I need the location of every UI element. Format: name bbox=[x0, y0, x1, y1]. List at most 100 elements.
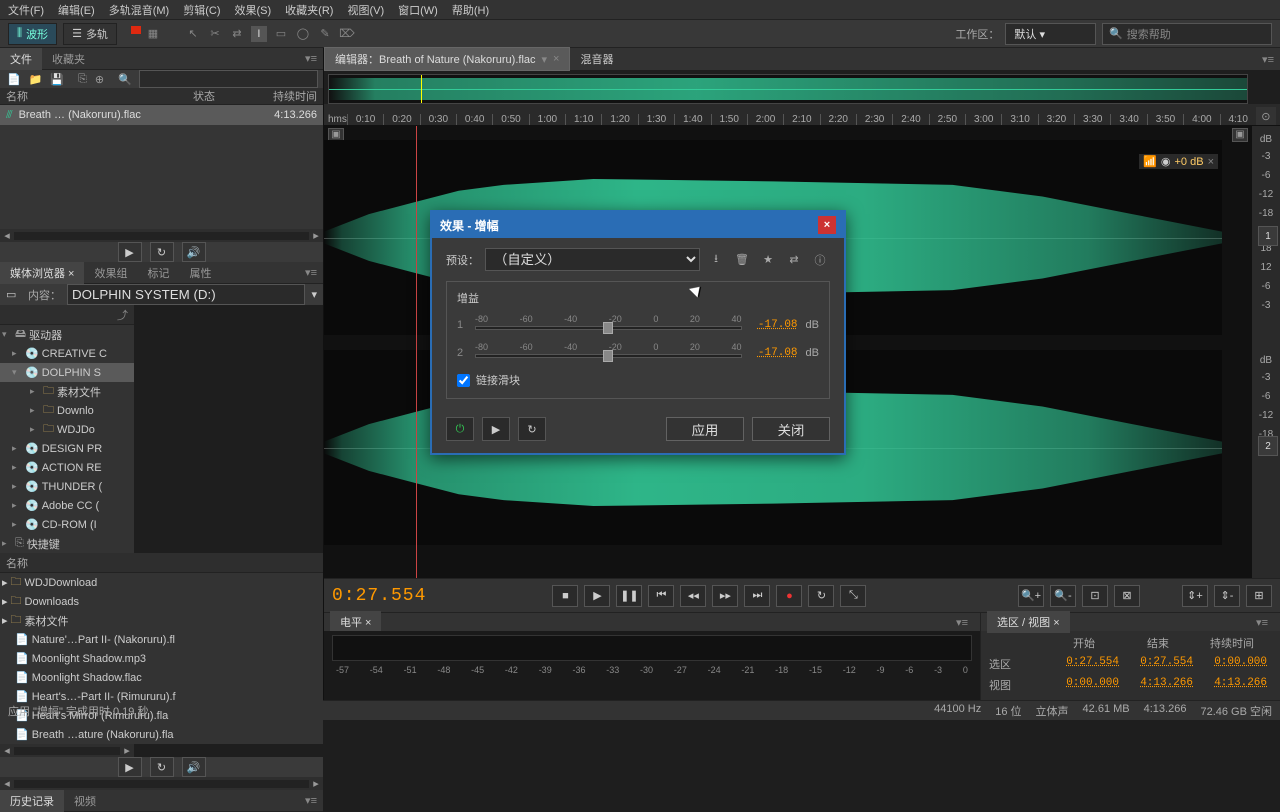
preview-autoplay-button[interactable]: 🔊 bbox=[182, 242, 206, 262]
menu-file[interactable]: 文件(F) bbox=[8, 2, 44, 18]
drive-item[interactable]: ▸💿DESIGN PR bbox=[0, 439, 134, 458]
healing-tool-icon[interactable]: ⌦ bbox=[339, 26, 355, 42]
effect-loop-button[interactable]: ↻ bbox=[518, 417, 546, 441]
zoom-in-v-icon[interactable]: ⇕+ bbox=[1182, 585, 1208, 607]
tab-effects-rack[interactable]: 效果组 bbox=[84, 262, 137, 284]
forward-button[interactable]: ▸▸ bbox=[712, 585, 738, 607]
file-item[interactable]: 📄Breath …ature (Nakoruru).fla bbox=[0, 725, 323, 744]
browser-hscroll-left[interactable]: ◂▸ bbox=[0, 744, 134, 757]
slider-thumb[interactable] bbox=[603, 322, 613, 334]
gain-value-ch2[interactable]: -17.08 bbox=[750, 347, 798, 359]
browser-hscroll[interactable]: ◂▸ bbox=[0, 777, 323, 790]
tab-dropdown-icon[interactable]: ▾ bbox=[542, 53, 548, 66]
preset-settings-icon[interactable]: ⇄ bbox=[784, 250, 804, 270]
skip-start-button[interactable]: ⏮ bbox=[648, 585, 674, 607]
selview-menu-icon[interactable]: ▾≡ bbox=[1250, 616, 1274, 629]
tab-editor[interactable]: 编辑器：Breath of Nature (Nakoruru).flac▾× bbox=[324, 47, 570, 71]
skip-end-button[interactable]: ⏭ bbox=[744, 585, 770, 607]
apply-button[interactable]: 应用 bbox=[666, 417, 744, 441]
browser-loop-button[interactable]: ↻ bbox=[150, 757, 174, 777]
panel-menu-icon[interactable]: ▾≡ bbox=[299, 52, 323, 65]
navigator-overview[interactable] bbox=[328, 74, 1248, 104]
file-item[interactable]: 📄Moonlight Shadow.mp3 bbox=[0, 649, 323, 668]
preset-select[interactable]: （自定义） bbox=[485, 248, 700, 271]
skip-selection-button[interactable]: ⤡ bbox=[840, 585, 866, 607]
rewind-button[interactable]: ◂◂ bbox=[680, 585, 706, 607]
menu-favorites[interactable]: 收藏夹(R) bbox=[285, 2, 333, 18]
zoom-full-icon[interactable]: ⊡ bbox=[1082, 585, 1108, 607]
tab-favorites[interactable]: 收藏夹 bbox=[42, 48, 95, 70]
drive-item[interactable]: ▸💿THUNDER ( bbox=[0, 477, 134, 496]
workspace-select[interactable]: 默认 ▾ bbox=[1005, 23, 1096, 45]
view-end-value[interactable]: 4:13.266 bbox=[1123, 677, 1193, 696]
tab-mixer[interactable]: 混音器 bbox=[570, 48, 623, 70]
gain-slider-ch1[interactable]: -80-60-40-2002040 bbox=[475, 314, 742, 336]
spectral-icon[interactable]: ▦ bbox=[145, 26, 161, 42]
preset-save-icon[interactable]: ⭳ bbox=[706, 250, 726, 270]
browser-autoplay-button[interactable]: 🔊 bbox=[182, 757, 206, 777]
editor-panel-menu-icon[interactable]: ▾≡ bbox=[1256, 53, 1280, 66]
drive-folder[interactable]: ▸🗀Downlo bbox=[0, 401, 134, 420]
drive-item[interactable]: ▸💿Adobe CC ( bbox=[0, 496, 134, 515]
effect-power-button[interactable]: ⏻ bbox=[446, 417, 474, 441]
pin-waveform-icon[interactable]: ⊙ bbox=[1256, 107, 1276, 125]
menu-help[interactable]: 帮助(H) bbox=[452, 2, 489, 18]
sel-end-value[interactable]: 0:27.554 bbox=[1123, 656, 1193, 675]
save-icon[interactable]: 💾 bbox=[49, 70, 65, 88]
slider-thumb[interactable] bbox=[603, 350, 613, 362]
drives-root[interactable]: ▾🖴驱动器 bbox=[0, 325, 134, 344]
preset-info-icon[interactable]: ⓘ bbox=[810, 250, 830, 270]
folder-item[interactable]: ▸🗀Downloads bbox=[0, 592, 323, 611]
gain-value-ch1[interactable]: -17.08 bbox=[750, 319, 798, 331]
tab-files[interactable]: 文件 bbox=[0, 48, 42, 70]
insert-icon[interactable]: ⊕ bbox=[94, 70, 105, 88]
col-name[interactable]: 名称 bbox=[6, 88, 193, 104]
close-hud-icon[interactable]: × bbox=[1208, 156, 1214, 168]
drive-item[interactable]: ▸💿ACTION RE bbox=[0, 458, 134, 477]
preset-delete-icon[interactable]: 🗑 bbox=[732, 250, 752, 270]
zoom-reset-v-icon[interactable]: ⊞ bbox=[1246, 585, 1272, 607]
channel-badge-2[interactable]: 2 bbox=[1258, 436, 1278, 456]
slip-tool-icon[interactable]: ⇄ bbox=[229, 26, 245, 42]
zoom-out-icon[interactable]: 🔍- bbox=[1050, 585, 1076, 607]
drive-item[interactable]: ▸💿CREATIVE C bbox=[0, 344, 134, 363]
tab-selection-view[interactable]: 选区 / 视图 × bbox=[987, 611, 1070, 633]
zoom-out-v-icon[interactable]: ⇕- bbox=[1214, 585, 1240, 607]
dialog-titlebar[interactable]: 效果 - 增幅 × bbox=[432, 212, 844, 238]
menu-view[interactable]: 视图(V) bbox=[347, 2, 384, 18]
zoom-in-icon[interactable]: 🔍+ bbox=[1018, 585, 1044, 607]
import-icon[interactable]: ⎘ bbox=[77, 70, 88, 88]
history-panel-menu-icon[interactable]: ▾≡ bbox=[299, 794, 323, 807]
loop-button[interactable]: ↻ bbox=[808, 585, 834, 607]
dialog-close-button[interactable]: × bbox=[818, 216, 836, 234]
filter-search-icon[interactable]: 🔍 bbox=[117, 70, 133, 88]
tab-markers[interactable]: 标记 bbox=[137, 262, 179, 284]
menu-multitrack[interactable]: 多轨混音(M) bbox=[109, 2, 170, 18]
view-waveform-button[interactable]: ⫼波形 bbox=[8, 23, 57, 45]
content-path-input[interactable] bbox=[67, 284, 305, 305]
browser-play-button[interactable]: ▶ bbox=[118, 757, 142, 777]
record-button[interactable]: ● bbox=[776, 585, 802, 607]
up-icon[interactable]: ⤴ bbox=[117, 307, 128, 323]
tab-close-icon[interactable]: × bbox=[553, 53, 559, 65]
pause-button[interactable]: ❚❚ bbox=[616, 585, 642, 607]
tab-levels[interactable]: 电平 × bbox=[330, 611, 381, 633]
hud-gain[interactable]: 📶◉+0 dB× bbox=[1139, 154, 1218, 169]
gain-slider-ch2[interactable]: -80-60-40-2002040 bbox=[475, 342, 742, 364]
drive-item[interactable]: ▾💿DOLPHIN S bbox=[0, 363, 134, 382]
file-item[interactable]: 📄Moonlight Shadow.flac bbox=[0, 668, 323, 687]
lasso-tool-icon[interactable]: ◯ bbox=[295, 26, 311, 42]
channel-badge-1[interactable]: 1 bbox=[1258, 226, 1278, 246]
menu-window[interactable]: 窗口(W) bbox=[398, 2, 438, 18]
drive-folder[interactable]: ▸🗀素材文件 bbox=[0, 382, 134, 401]
filetree-name-col[interactable]: 名称 bbox=[6, 555, 28, 571]
sel-start-value[interactable]: 0:27.554 bbox=[1049, 656, 1119, 675]
move-tool-icon[interactable]: ↖ bbox=[185, 26, 201, 42]
time-select-tool-icon[interactable]: I bbox=[251, 26, 267, 42]
tab-video[interactable]: 视频 bbox=[64, 790, 106, 812]
stop-button[interactable]: ■ bbox=[552, 585, 578, 607]
timeline-ruler[interactable]: hms 0:100:200:300:400:501:001:101:201:30… bbox=[324, 104, 1280, 126]
brush-tool-icon[interactable]: ✎ bbox=[317, 26, 333, 42]
preset-favorite-icon[interactable]: ★ bbox=[758, 250, 778, 270]
view-start-value[interactable]: 0:00.000 bbox=[1049, 677, 1119, 696]
